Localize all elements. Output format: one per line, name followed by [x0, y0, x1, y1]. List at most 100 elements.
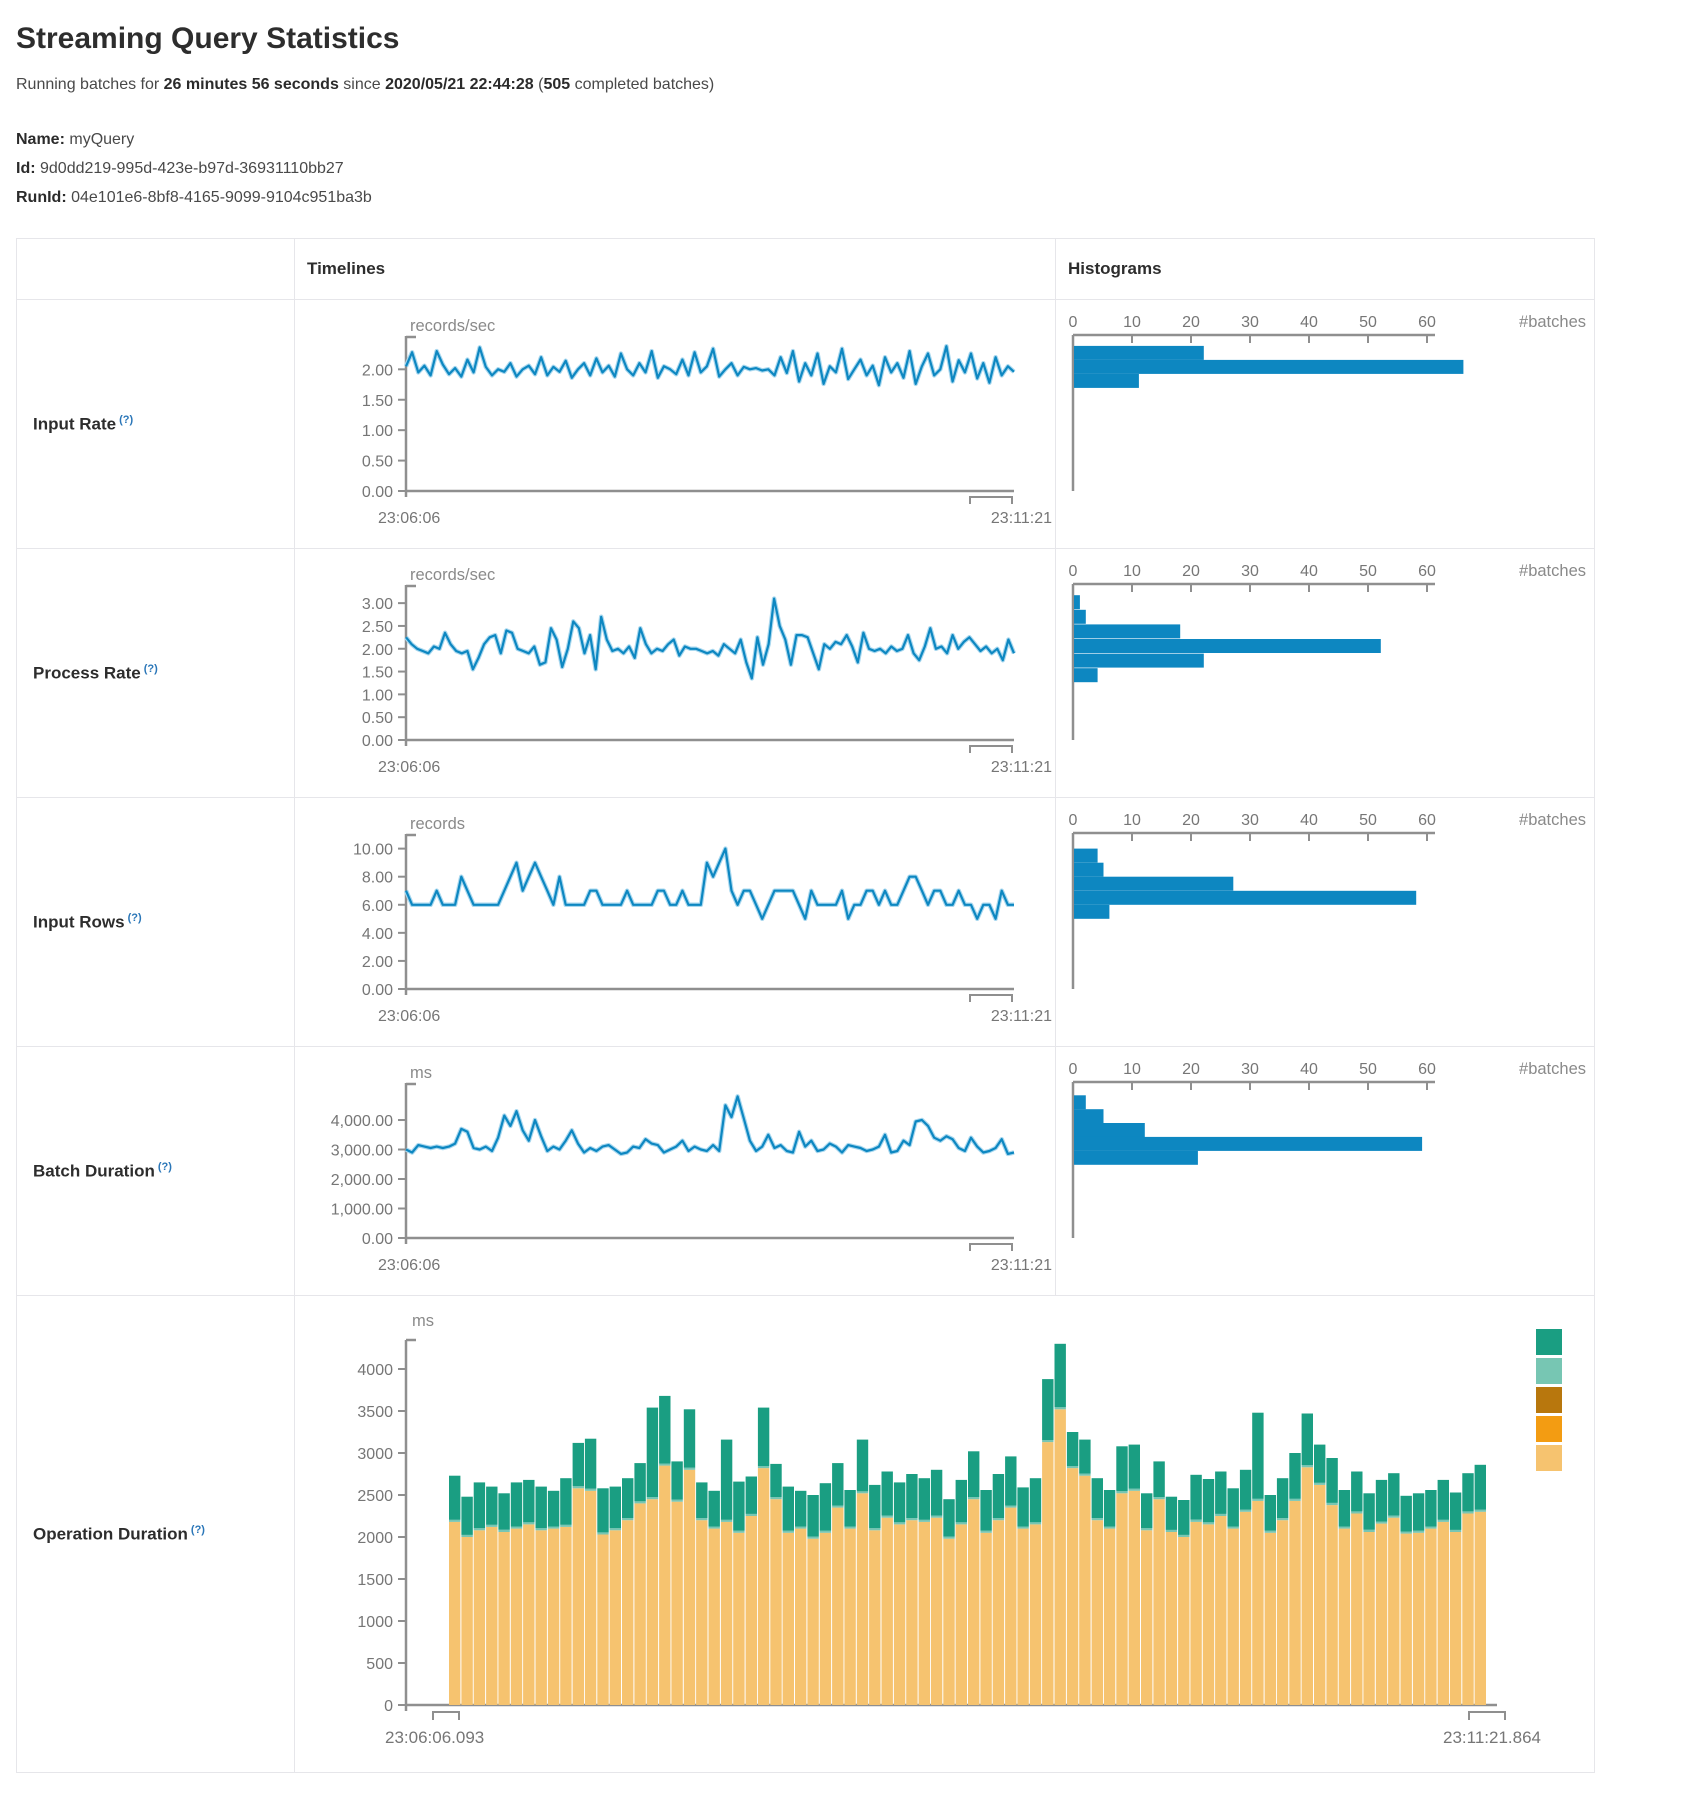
- svg-text:40: 40: [1300, 1061, 1318, 1078]
- input-rate-histogram-chart: 0102030405060#batches: [1056, 301, 1594, 547]
- process-rate-label: Process Rate(?): [17, 663, 294, 684]
- process-rate-row: Process Rate(?) records/sec3.002.502.001…: [17, 549, 1595, 798]
- running-batches-summary: Running batches for 26 minutes 56 second…: [16, 76, 1677, 94]
- svg-text:10.00: 10.00: [353, 842, 393, 859]
- input-rate-help-icon[interactable]: (?): [119, 414, 133, 426]
- svg-text:500: 500: [366, 1656, 393, 1673]
- query-id-line: Id: 9d0dd219-995d-423e-b97d-36931110bb27: [16, 155, 1677, 184]
- query-id-label: Id:: [16, 160, 36, 177]
- svg-text:20: 20: [1182, 812, 1200, 829]
- summary-suffix: completed batches): [575, 76, 715, 93]
- process-rate-help-icon[interactable]: (?): [144, 663, 158, 675]
- svg-text:20: 20: [1182, 314, 1200, 331]
- svg-text:3000: 3000: [357, 1446, 393, 1463]
- svg-text:2.00: 2.00: [362, 642, 393, 659]
- svg-text:23:06:06.093: 23:06:06.093: [385, 1728, 484, 1747]
- svg-text:10: 10: [1123, 563, 1141, 580]
- batch-duration-help-icon[interactable]: (?): [158, 1161, 172, 1173]
- svg-text:3.00: 3.00: [362, 597, 393, 614]
- batch-duration-row: Batch Duration(?) ms4,000.003,000.002,00…: [17, 1047, 1595, 1296]
- svg-text:2,000.00: 2,000.00: [331, 1172, 393, 1189]
- svg-text:records: records: [410, 815, 465, 833]
- svg-text:2.00: 2.00: [362, 363, 393, 380]
- svg-text:40: 40: [1300, 563, 1318, 580]
- svg-text:1.50: 1.50: [362, 393, 393, 410]
- svg-text:1.50: 1.50: [362, 665, 393, 682]
- svg-text:60: 60: [1418, 563, 1436, 580]
- svg-text:0.50: 0.50: [362, 711, 393, 728]
- operation-duration-stacked-chart: ms4000350030002500200015001000500023:06:…: [295, 1296, 1594, 1772]
- query-name-label: Name:: [16, 131, 65, 148]
- summary-prefix: Running batches for: [16, 76, 159, 93]
- svg-text:1.00: 1.00: [362, 424, 393, 441]
- svg-text:records/sec: records/sec: [410, 566, 495, 584]
- process-rate-histogram-chart: 0102030405060#batches: [1056, 550, 1594, 796]
- operation-duration-label: Operation Duration(?): [17, 1524, 294, 1545]
- svg-text:10: 10: [1123, 1061, 1141, 1078]
- page-title: Streaming Query Statistics: [16, 22, 1677, 56]
- input-rate-timeline-chart: records/sec2.001.501.000.500.0023:06:062…: [295, 301, 1055, 547]
- svg-text:30: 30: [1241, 1061, 1259, 1078]
- query-name-value: myQuery: [69, 131, 134, 148]
- statistics-table: Timelines Histograms Input Rate(?) recor…: [16, 238, 1595, 1773]
- svg-text:3500: 3500: [357, 1404, 393, 1421]
- input-rows-histogram-chart: 0 10 20 30 40 50 60 #batches: [1056, 799, 1594, 1045]
- query-runid-label: RunId:: [16, 189, 67, 206]
- svg-text:23:11:21: 23:11:21: [991, 1257, 1052, 1274]
- svg-text:23:06:06: 23:06:06: [378, 510, 440, 527]
- svg-text:0: 0: [1069, 563, 1078, 580]
- svg-text:10: 10: [1123, 812, 1141, 829]
- svg-text:#batches: #batches: [1519, 811, 1586, 829]
- svg-text:0.50: 0.50: [362, 454, 393, 471]
- svg-text:1.00: 1.00: [362, 688, 393, 705]
- svg-text:40: 40: [1300, 314, 1318, 331]
- svg-text:40: 40: [1300, 812, 1318, 829]
- svg-text:50: 50: [1359, 563, 1377, 580]
- svg-text:23:11:21: 23:11:21: [991, 759, 1052, 776]
- operation-duration-row: Operation Duration(?) ms 4000 3500 3000 2500…: [17, 1296, 1595, 1773]
- svg-text:2500: 2500: [357, 1488, 393, 1505]
- summary-start-time: 2020/05/21 22:44:28: [385, 76, 534, 93]
- batch-duration-histogram-chart: 0102030405060#batches: [1056, 1048, 1594, 1294]
- summary-since: since: [343, 76, 380, 93]
- svg-text:ms: ms: [412, 1312, 434, 1330]
- svg-text:4000: 4000: [357, 1362, 393, 1379]
- svg-text:50: 50: [1359, 812, 1377, 829]
- svg-text:23:11:21.864: 23:11:21.864: [1443, 1728, 1541, 1747]
- input-rows-timeline-chart: records10.008.006.004.002.000.0023:06:06…: [295, 799, 1055, 1045]
- svg-text:0.00: 0.00: [362, 733, 393, 750]
- svg-text:records/sec: records/sec: [410, 317, 495, 335]
- svg-text:6.00: 6.00: [362, 898, 393, 915]
- query-meta: Name: myQuery Id: 9d0dd219-995d-423e-b97…: [16, 126, 1677, 212]
- operation-duration-help-icon[interactable]: (?): [191, 1524, 205, 1536]
- batch-duration-timeline-chart: ms4,000.003,000.002,000.001,000.000.0023…: [295, 1048, 1055, 1294]
- svg-text:10: 10: [1123, 314, 1141, 331]
- svg-text:23:06:06: 23:06:06: [378, 759, 440, 776]
- svg-text:0.00: 0.00: [362, 982, 393, 999]
- input-rows-help-icon[interactable]: (?): [128, 912, 142, 924]
- streaming-statistics-page: Streaming Query Statistics Running batch…: [0, 0, 1693, 1773]
- svg-text:23:06:06: 23:06:06: [378, 1257, 440, 1274]
- svg-text:0.00: 0.00: [362, 1231, 393, 1248]
- svg-text:23:11:21: 23:11:21: [991, 1008, 1052, 1025]
- input-rows-label: Input Rows(?): [17, 912, 294, 933]
- batch-duration-label: Batch Duration(?): [17, 1161, 294, 1182]
- svg-text:60: 60: [1418, 314, 1436, 331]
- svg-text:#batches: #batches: [1519, 562, 1586, 580]
- svg-text:50: 50: [1359, 1061, 1377, 1078]
- svg-text:#batches: #batches: [1519, 313, 1586, 331]
- svg-text:60: 60: [1418, 812, 1436, 829]
- svg-text:20: 20: [1182, 563, 1200, 580]
- svg-text:20: 20: [1182, 1061, 1200, 1078]
- input-rate-row: Input Rate(?) records/sec2.001.501.000.5…: [17, 300, 1595, 549]
- svg-text:60: 60: [1418, 1061, 1436, 1078]
- timelines-column-header: Timelines: [295, 259, 1055, 279]
- svg-text:50: 50: [1359, 314, 1377, 331]
- svg-text:30: 30: [1241, 812, 1259, 829]
- svg-text:0: 0: [1069, 812, 1078, 829]
- svg-text:0: 0: [384, 1698, 393, 1715]
- svg-text:8.00: 8.00: [362, 870, 393, 887]
- svg-text:0.00: 0.00: [362, 484, 393, 501]
- input-rows-row: Input Rows(?) records10.008.006.004.002.…: [17, 798, 1595, 1047]
- query-runid-line: RunId: 04e101e6-8bf8-4165-9099-9104c951b…: [16, 184, 1677, 213]
